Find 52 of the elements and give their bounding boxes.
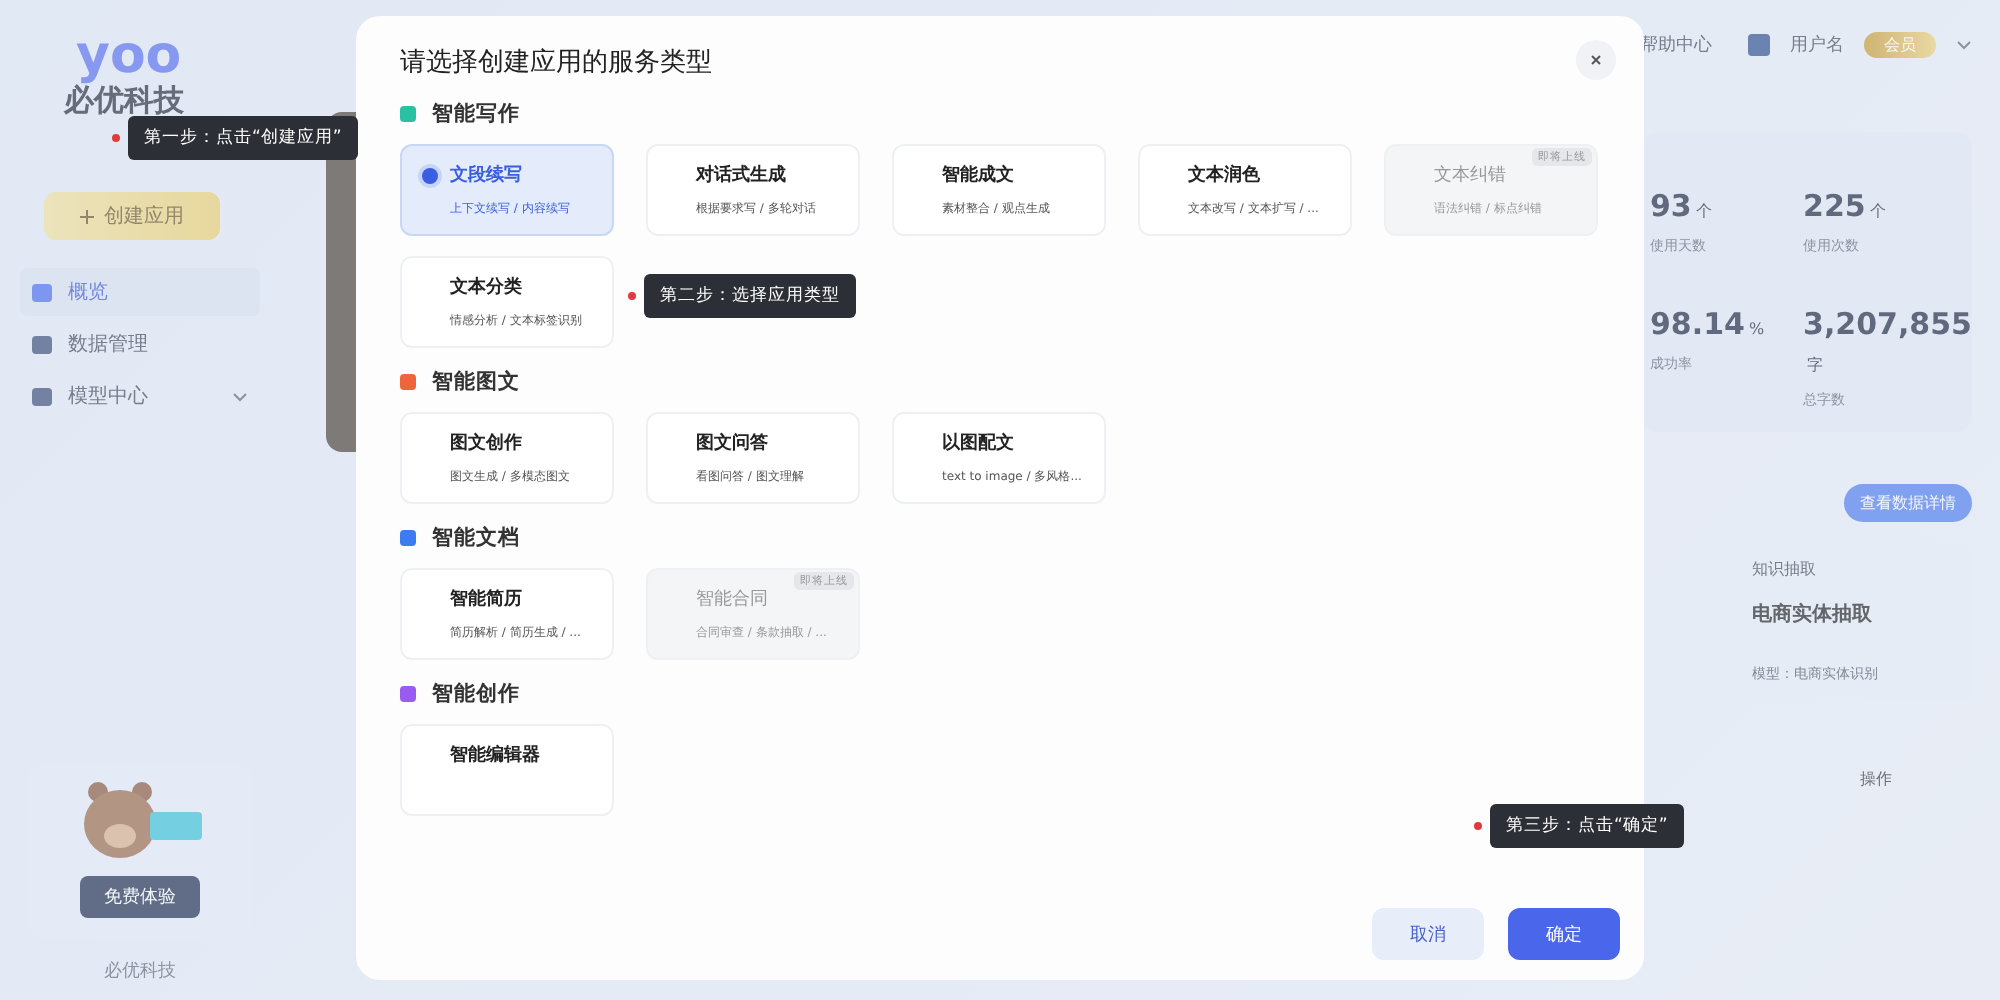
- section-title: 智能文档: [432, 524, 520, 552]
- nav-icon: [32, 387, 52, 405]
- card-title: 图文创作: [450, 430, 524, 456]
- service-card[interactable]: 智能编辑器: [400, 724, 614, 816]
- guide-tooltip: 第三步：点击“确定”: [1490, 804, 1684, 848]
- create-app-button[interactable]: 创建应用: [44, 192, 220, 240]
- card-title: 智能编辑器: [450, 742, 542, 768]
- task-tag: 知识抽取: [1752, 558, 1956, 580]
- radio-icon: [422, 167, 438, 183]
- stat-value: 3,207,855 字: [1803, 306, 1972, 378]
- stat-value: 225 个: [1803, 188, 1888, 224]
- chevron-icon[interactable]: [1956, 39, 1972, 49]
- card-title: 智能合同: [696, 587, 770, 612]
- nav-item[interactable]: 模型中心: [20, 372, 260, 420]
- cancel-button[interactable]: 取消: [1372, 908, 1484, 960]
- guide-tooltip: 第一步：点击“创建应用”: [128, 116, 358, 160]
- close-button[interactable]: [1576, 40, 1616, 80]
- close-icon: [1590, 54, 1602, 66]
- card-title: 图文问答: [696, 430, 770, 456]
- card-title: 文段续写: [422, 162, 612, 188]
- marker-icon: [1474, 822, 1482, 830]
- card-title: 智能成文: [942, 162, 1016, 188]
- free-trial-button[interactable]: 免费体验: [80, 876, 200, 918]
- task-title: 电商实体抽取: [1752, 600, 1874, 628]
- marker-icon: [112, 134, 120, 142]
- logo: yoo: [76, 28, 182, 84]
- card-title: 对话式生成: [696, 162, 788, 188]
- nav-icon: [32, 335, 52, 353]
- confirm-button[interactable]: 确定: [1508, 908, 1620, 960]
- dialog-title: 请选择创建应用的服务类型: [400, 46, 712, 80]
- card-title: 智能简历: [450, 587, 524, 612]
- card-title: 文本纠错: [1434, 163, 1508, 188]
- plus-icon: [80, 209, 94, 223]
- nav-item[interactable]: 数据管理: [20, 320, 260, 368]
- nav-icon: [32, 283, 52, 301]
- marker-icon: [628, 292, 636, 300]
- user-name[interactable]: 用户名: [1790, 31, 1844, 57]
- brand-name: 必优科技: [64, 84, 184, 116]
- card-title: 以图配文: [942, 430, 1016, 456]
- column-header: 操作: [1860, 768, 1892, 790]
- footer-text: 必优科技: [102, 959, 178, 984]
- stat-value: 93 个: [1650, 188, 1714, 224]
- section-title: 智能创作: [432, 680, 520, 708]
- section-title: 智能图文: [432, 368, 520, 396]
- member-badge: 会员: [1864, 31, 1936, 57]
- stat-value: 98.14%: [1650, 306, 1767, 342]
- avatar-icon[interactable]: [1748, 33, 1770, 55]
- card-title: 文本分类: [450, 274, 524, 300]
- nav-item[interactable]: 概览: [20, 268, 260, 316]
- guide-tooltip: 第二步：选择应用类型: [644, 274, 856, 318]
- section-title: 智能写作: [432, 100, 520, 128]
- card-title: 文本润色: [1188, 162, 1262, 188]
